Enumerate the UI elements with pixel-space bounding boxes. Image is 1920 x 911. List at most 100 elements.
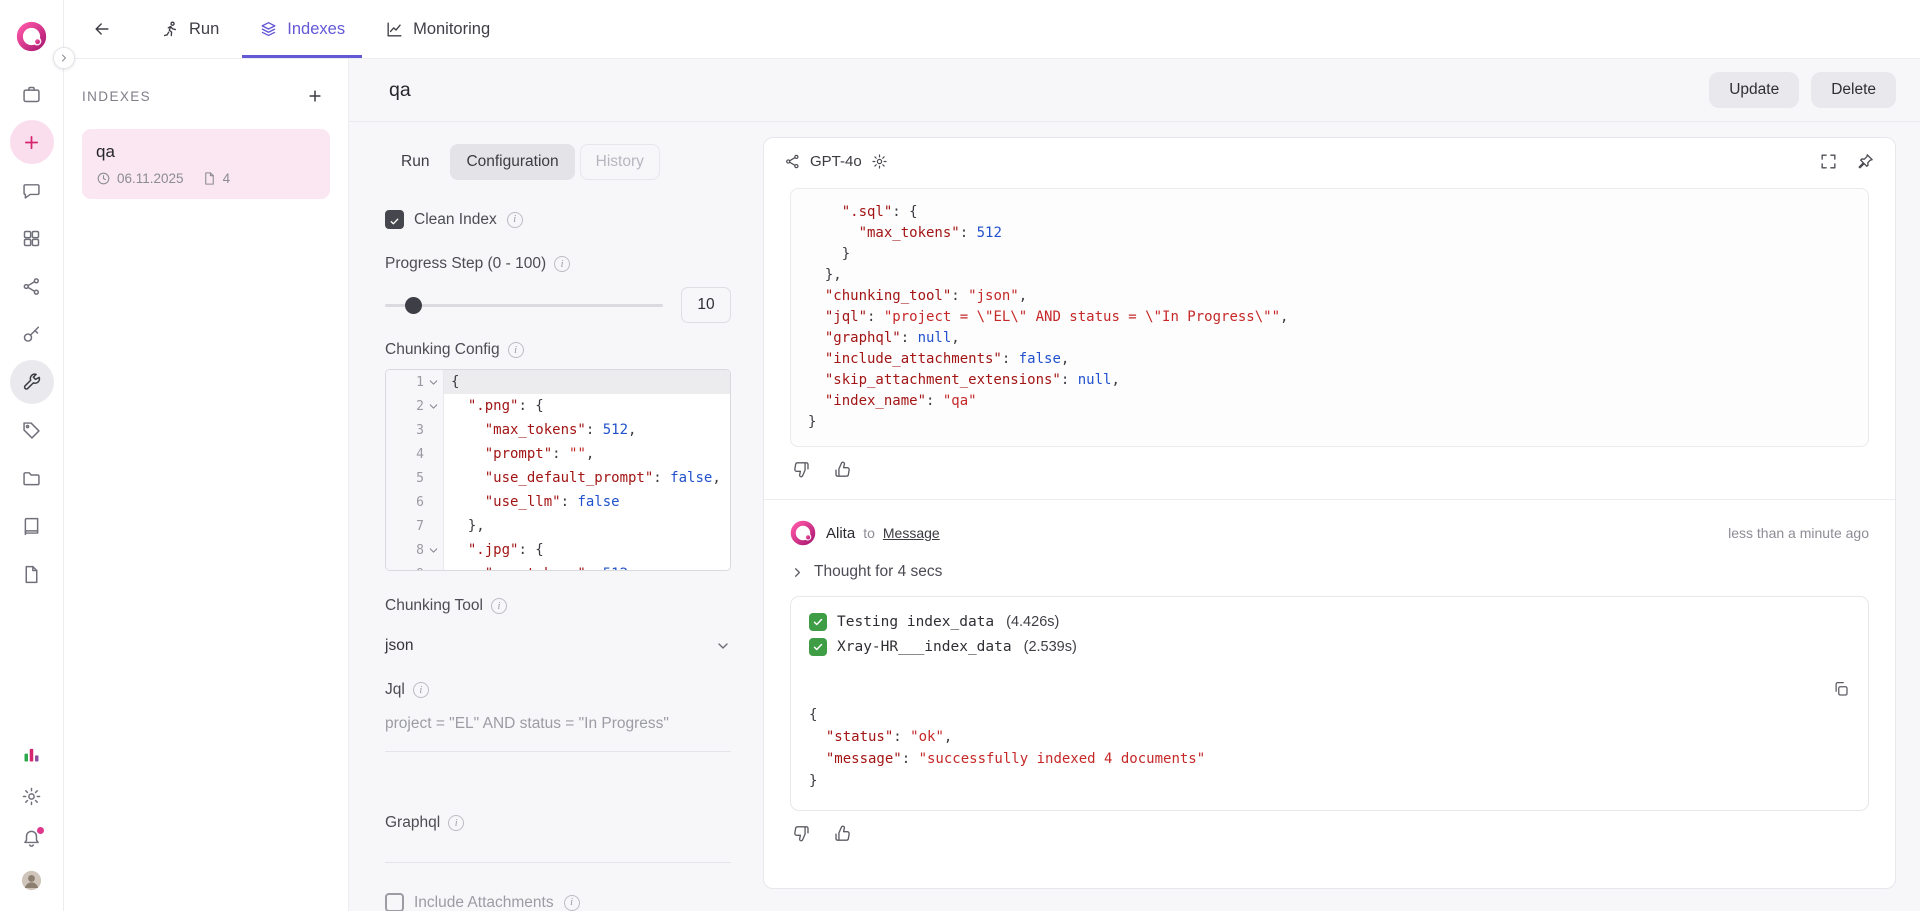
rail-analytics-button[interactable] bbox=[11, 734, 53, 774]
fold-icon[interactable] bbox=[427, 376, 440, 389]
thumb-down-icon bbox=[792, 460, 811, 479]
editor-code[interactable]: { ".png": { "max_tokens": 512, "prompt":… bbox=[444, 370, 730, 570]
chunking-config-editor[interactable]: 123456789 { ".png": { "max_tokens": 512,… bbox=[385, 369, 731, 571]
code-line: }, bbox=[444, 514, 730, 538]
slider-track[interactable] bbox=[385, 304, 663, 307]
progress-step-row: 10 bbox=[385, 287, 731, 323]
config-tabs: RunConfigurationHistory bbox=[385, 144, 731, 180]
grid-icon bbox=[21, 228, 42, 249]
app-root: RunIndexesMonitoring INDEXES qa06.11.202… bbox=[0, 0, 1920, 911]
index-list-item[interactable]: qa06.11.20254 bbox=[82, 129, 330, 199]
rail-profile-button[interactable] bbox=[11, 860, 53, 900]
rail-chat-button[interactable] bbox=[10, 168, 54, 212]
nodes-icon bbox=[21, 276, 42, 297]
info-icon[interactable] bbox=[491, 598, 507, 614]
include-attachments-checkbox-row[interactable]: Include Attachments bbox=[385, 893, 731, 911]
rail-logo-button[interactable] bbox=[10, 14, 54, 58]
info-icon[interactable] bbox=[413, 682, 429, 698]
code-line: "jql": "project = \"EL\" AND status = \"… bbox=[808, 307, 1851, 328]
fullscreen-button[interactable] bbox=[1819, 152, 1838, 171]
fold-icon[interactable] bbox=[427, 400, 440, 413]
alita-avatar bbox=[790, 520, 816, 546]
progress-step-label: Progress Step (0 - 100) bbox=[385, 255, 546, 273]
clean-index-checkbox-row[interactable]: Clean Index bbox=[385, 210, 731, 229]
collapse-sidebar-handle[interactable] bbox=[53, 47, 75, 69]
thumbs-down-button[interactable] bbox=[792, 824, 811, 843]
rail-documents-button[interactable] bbox=[10, 552, 54, 596]
gear-icon bbox=[21, 786, 42, 807]
fold-icon[interactable] bbox=[427, 544, 440, 557]
logo-icon bbox=[16, 21, 47, 52]
top-tab-label: Run bbox=[189, 20, 219, 39]
update-button[interactable]: Update bbox=[1709, 72, 1799, 108]
model-selector[interactable]: GPT-4o bbox=[784, 153, 888, 170]
runner-icon bbox=[161, 20, 180, 39]
back-button[interactable] bbox=[84, 11, 120, 47]
add-index-button[interactable] bbox=[300, 81, 330, 111]
progress-step-value[interactable]: 10 bbox=[681, 287, 731, 323]
top-tab-run[interactable]: Run bbox=[144, 0, 236, 58]
thumb-down-icon bbox=[792, 824, 811, 843]
chat-icon bbox=[21, 180, 42, 201]
rail-folder-button[interactable] bbox=[10, 456, 54, 500]
line-number: 4 bbox=[404, 447, 424, 462]
config-tab-configuration[interactable]: Configuration bbox=[450, 144, 574, 180]
chunking-tool-select[interactable]: json bbox=[385, 629, 731, 663]
copy-button[interactable] bbox=[1832, 680, 1850, 698]
thumbs-down-button[interactable] bbox=[792, 460, 811, 479]
top-tab-monitoring[interactable]: Monitoring bbox=[368, 0, 507, 58]
message-author: Alita bbox=[826, 525, 855, 542]
jql-input[interactable] bbox=[385, 709, 731, 752]
rail-book-button[interactable] bbox=[10, 504, 54, 548]
delete-button[interactable]: Delete bbox=[1811, 72, 1896, 108]
slider-thumb[interactable] bbox=[405, 297, 422, 314]
rail-briefcase-button[interactable] bbox=[10, 72, 54, 116]
rail-key-button[interactable] bbox=[10, 312, 54, 356]
thumbs-up-button[interactable] bbox=[833, 460, 852, 479]
thought-label: Thought for 4 secs bbox=[814, 563, 942, 581]
config-tab-run[interactable]: Run bbox=[385, 144, 445, 180]
feedback-row bbox=[792, 824, 1867, 843]
step-duration: (2.539s) bbox=[1024, 639, 1077, 655]
header-actions: Update Delete bbox=[1709, 72, 1896, 108]
gutter-row: 3 bbox=[386, 418, 443, 442]
assistant-code-block: ".sql": { "max_tokens": 512 } }, "chunki… bbox=[790, 188, 1869, 447]
index-date-text: 06.11.2025 bbox=[117, 171, 184, 186]
step-name: Testing index_data bbox=[837, 614, 994, 630]
code-line: "skip_attachment_extensions": null, bbox=[808, 370, 1851, 391]
index-date: 06.11.2025 bbox=[96, 171, 184, 186]
step-duration: (4.426s) bbox=[1006, 614, 1059, 630]
thought-toggle[interactable]: Thought for 4 secs bbox=[790, 563, 942, 581]
rail-notifications-button[interactable] bbox=[11, 818, 53, 858]
config-tab-history[interactable]: History bbox=[580, 144, 660, 180]
jql-label: Jql bbox=[385, 681, 405, 699]
info-icon[interactable] bbox=[448, 815, 464, 831]
rail-tags-button[interactable] bbox=[10, 408, 54, 452]
chat-body: ".sql": { "max_tokens": 512 } }, "chunki… bbox=[764, 184, 1895, 888]
rail-toolkits-button[interactable] bbox=[10, 360, 54, 404]
gutter-row: 8 bbox=[386, 538, 443, 562]
thumbs-up-button[interactable] bbox=[833, 824, 852, 843]
progress-step-slider[interactable] bbox=[385, 288, 663, 322]
code-line: "status": "ok", bbox=[809, 726, 1850, 748]
thumb-up-icon bbox=[833, 460, 852, 479]
message-target-link[interactable]: Message bbox=[883, 525, 940, 541]
info-icon[interactable] bbox=[508, 342, 524, 358]
checkbox-unchecked-icon bbox=[385, 893, 404, 911]
info-icon[interactable] bbox=[507, 212, 523, 228]
share-nodes-icon bbox=[784, 153, 801, 170]
info-icon[interactable] bbox=[554, 256, 570, 272]
top-tab-indexes[interactable]: Indexes bbox=[242, 0, 362, 58]
check-icon bbox=[809, 613, 827, 631]
chevron-right-icon bbox=[790, 565, 805, 580]
index-doc-count: 4 bbox=[202, 171, 231, 186]
progress-step-label-row: Progress Step (0 - 100) bbox=[385, 255, 731, 273]
rail-grid-button[interactable] bbox=[10, 216, 54, 260]
info-icon[interactable] bbox=[564, 895, 580, 911]
rail-create-button[interactable] bbox=[10, 120, 54, 164]
rail-nodes-button[interactable] bbox=[10, 264, 54, 308]
pin-button[interactable] bbox=[1856, 152, 1875, 171]
rail-settings-button[interactable] bbox=[11, 776, 53, 816]
code-line: { bbox=[444, 370, 730, 394]
indexes-panel-title: INDEXES bbox=[82, 89, 151, 104]
